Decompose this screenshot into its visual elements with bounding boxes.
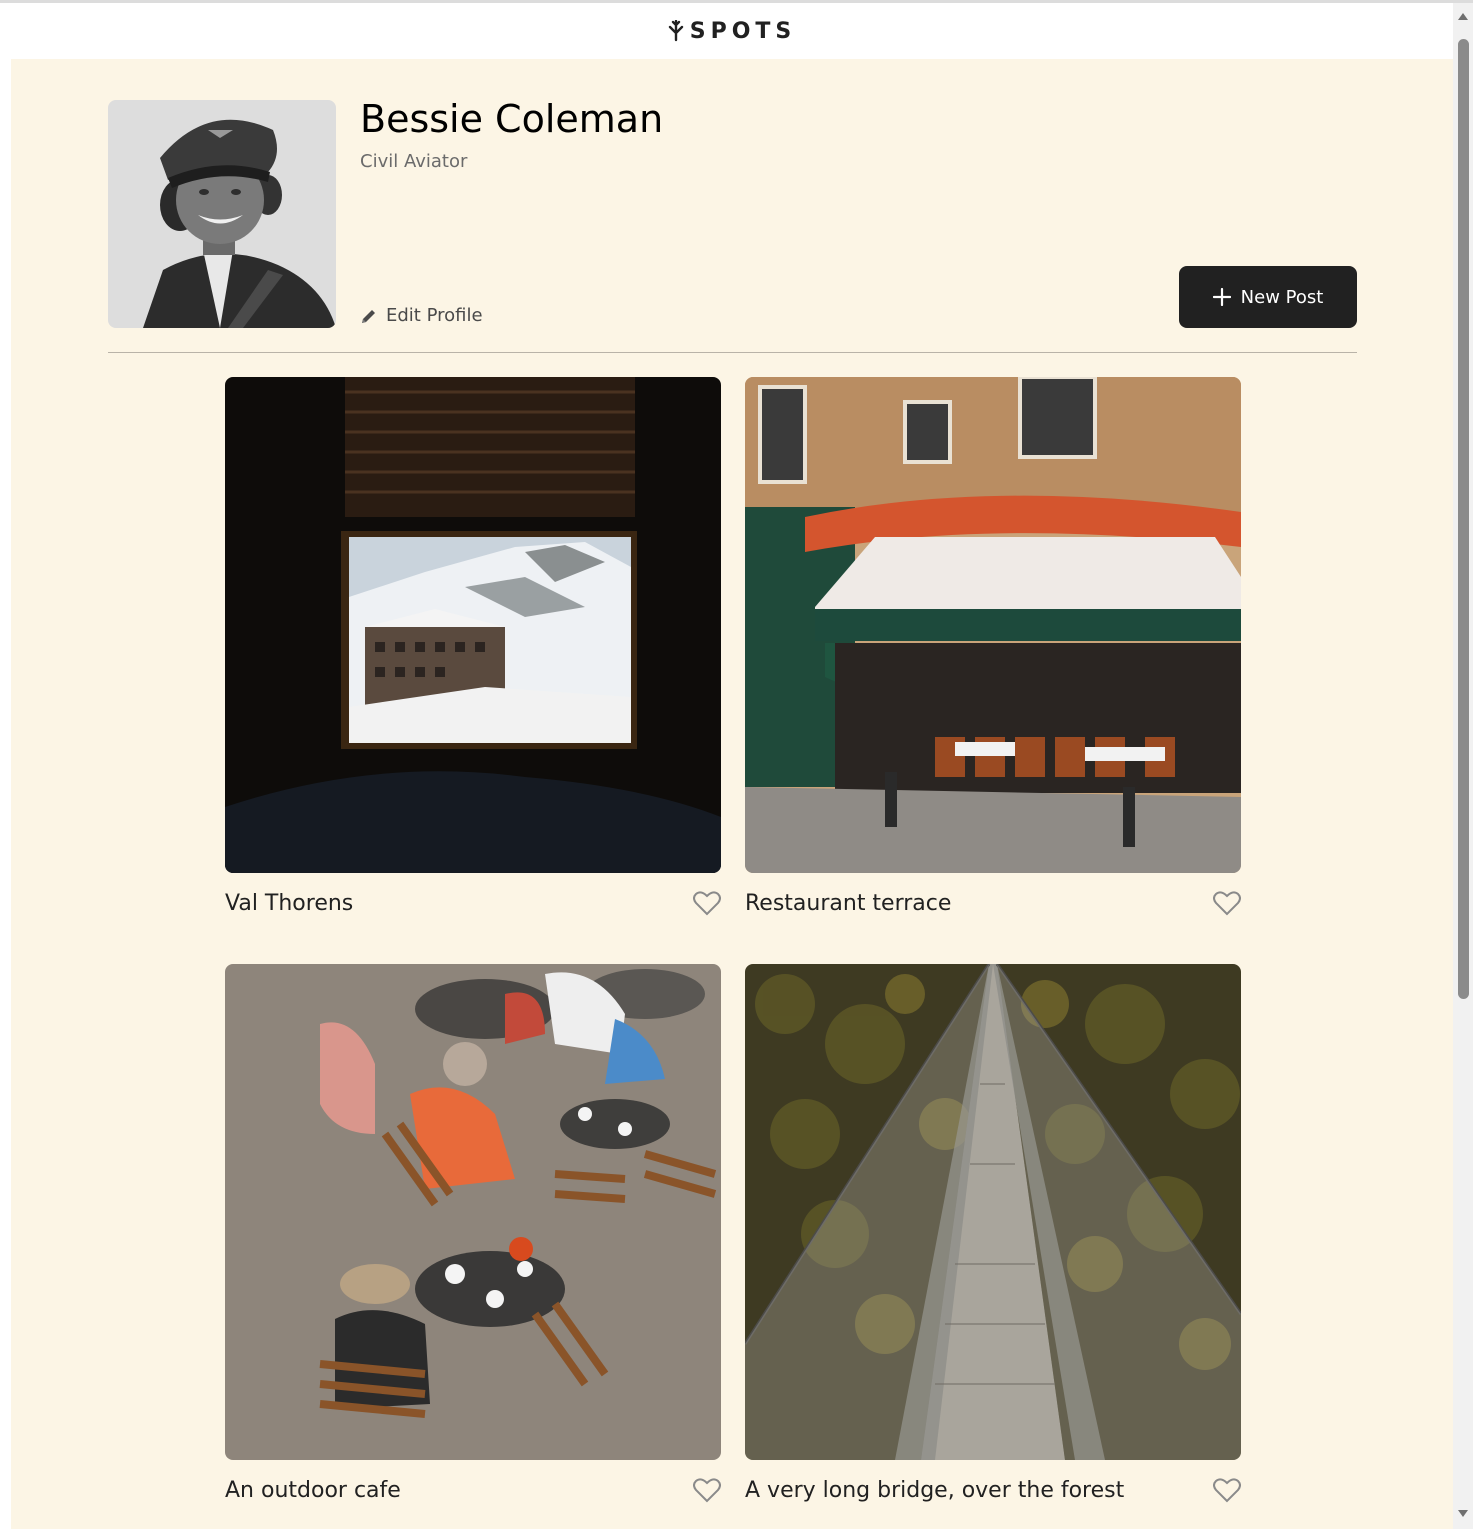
card: Restaurant terrace xyxy=(745,377,1241,921)
card: An outdoor cafe xyxy=(225,964,721,1508)
logo-icon xyxy=(668,20,683,42)
card-image[interactable] xyxy=(745,964,1241,1460)
heart-icon xyxy=(1213,891,1241,916)
heart-icon xyxy=(693,891,721,916)
logo-text: SPOTS xyxy=(689,18,797,44)
card-title: Val Thorens xyxy=(225,890,354,916)
card-title: A very long bridge, over the forest xyxy=(745,1477,1125,1503)
pencil-icon xyxy=(362,309,375,323)
like-button[interactable] xyxy=(693,1477,721,1503)
logo[interactable]: SPOTS xyxy=(668,19,797,44)
heart-icon xyxy=(1213,1478,1241,1503)
new-post-label: New Post xyxy=(1240,286,1324,308)
profile-role: Civil Aviator xyxy=(360,151,468,172)
new-post-button[interactable]: New Post xyxy=(1179,266,1357,328)
scroll-down-arrow-icon[interactable] xyxy=(1458,1510,1468,1517)
card-image[interactable] xyxy=(225,964,721,1460)
profile-page: Bessie Coleman Civil Aviator Edit Profil… xyxy=(11,59,1453,1529)
profile-name: Bessie Coleman xyxy=(360,97,664,141)
card-image[interactable] xyxy=(745,377,1241,873)
like-button[interactable] xyxy=(1213,890,1241,916)
edit-profile-label: Edit Profile xyxy=(386,305,483,326)
like-button[interactable] xyxy=(1213,1477,1241,1503)
vertical-scrollbar[interactable] xyxy=(1453,3,1473,1529)
like-button[interactable] xyxy=(693,890,721,916)
scroll-thumb[interactable] xyxy=(1458,39,1469,999)
card: Val Thorens xyxy=(225,377,721,921)
card: A very long bridge, over the forest xyxy=(745,964,1241,1508)
card-title: An outdoor cafe xyxy=(225,1477,401,1503)
card-image[interactable] xyxy=(225,377,721,873)
edit-profile-button[interactable]: Edit Profile xyxy=(360,305,483,326)
profile-avatar xyxy=(108,100,336,328)
scroll-up-arrow-icon[interactable] xyxy=(1458,13,1468,20)
card-title: Restaurant terrace xyxy=(745,890,952,916)
site-header: SPOTS xyxy=(11,3,1453,59)
plus-icon xyxy=(1212,288,1231,306)
heart-icon xyxy=(693,1478,721,1503)
profile-divider xyxy=(108,352,1357,353)
